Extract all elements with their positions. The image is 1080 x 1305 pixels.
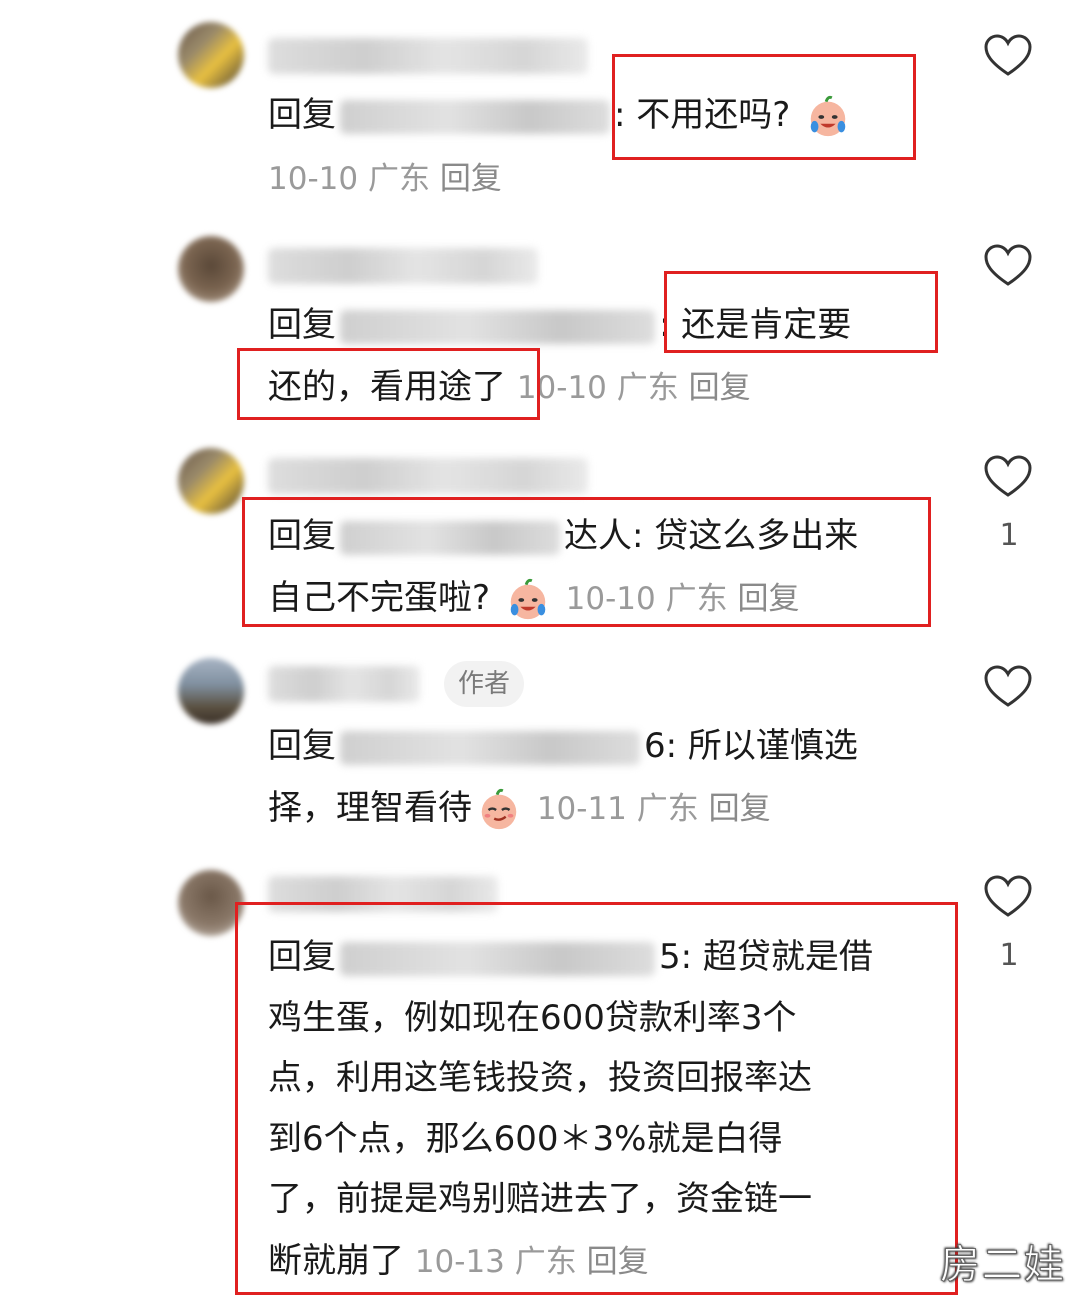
mention-blurred[interactable]	[340, 730, 640, 765]
username-blurred[interactable]	[268, 666, 420, 702]
like-count: 1	[999, 938, 1019, 973]
username-blurred[interactable]	[268, 248, 538, 284]
avatar[interactable]	[178, 22, 244, 88]
reply-button[interactable]: 回复	[440, 161, 502, 197]
username-blurred[interactable]	[268, 38, 588, 74]
reply-prefix: 回复	[268, 726, 336, 766]
highlight-box	[664, 271, 938, 353]
highlight-box	[235, 902, 958, 1295]
comment-meta: 10-10 广东 回复	[517, 370, 751, 406]
comment-location: 广东	[616, 370, 679, 406]
comment-text: 择，理智看待	[268, 788, 472, 828]
username-blurred[interactable]	[268, 458, 588, 494]
reply-button[interactable]: 回复	[709, 791, 771, 827]
heart-icon[interactable]	[984, 34, 1032, 78]
comment-date: 10-11	[536, 791, 627, 827]
comment-location: 广东	[367, 161, 430, 197]
highlight-box	[242, 497, 931, 627]
comment-location: 广东	[636, 791, 699, 827]
heart-icon[interactable]	[984, 665, 1032, 709]
avatar[interactable]	[178, 448, 244, 514]
watermark: 房二娃	[940, 1242, 1066, 1289]
comment-date: 10-10	[268, 161, 359, 197]
comment-meta: 10-10 广东 回复	[268, 148, 502, 210]
avatar[interactable]	[178, 658, 244, 724]
comment-text: 6: 所以谨慎选	[644, 726, 858, 766]
heart-icon[interactable]	[984, 244, 1032, 288]
reply-text: 回复 6: 所以谨慎选	[268, 715, 858, 777]
author-badge: 作者	[444, 661, 525, 707]
reply-text-cont: 择，理智看待 10-11 广东 回复	[268, 777, 771, 840]
smirk-face-icon	[481, 788, 517, 829]
mention-blurred[interactable]	[340, 309, 655, 344]
highlight-box	[612, 54, 916, 160]
heart-icon[interactable]	[984, 455, 1032, 499]
reply-prefix: 回复	[268, 95, 336, 135]
highlight-box	[237, 348, 540, 420]
reply-button[interactable]: 回复	[689, 370, 751, 406]
heart-icon[interactable]	[984, 875, 1032, 919]
avatar[interactable]	[178, 236, 244, 302]
like-count: 1	[999, 518, 1019, 553]
comment-meta: 10-11 广东 回复	[537, 791, 771, 827]
reply-prefix: 回复	[268, 305, 336, 345]
mention-blurred[interactable]	[340, 99, 610, 134]
